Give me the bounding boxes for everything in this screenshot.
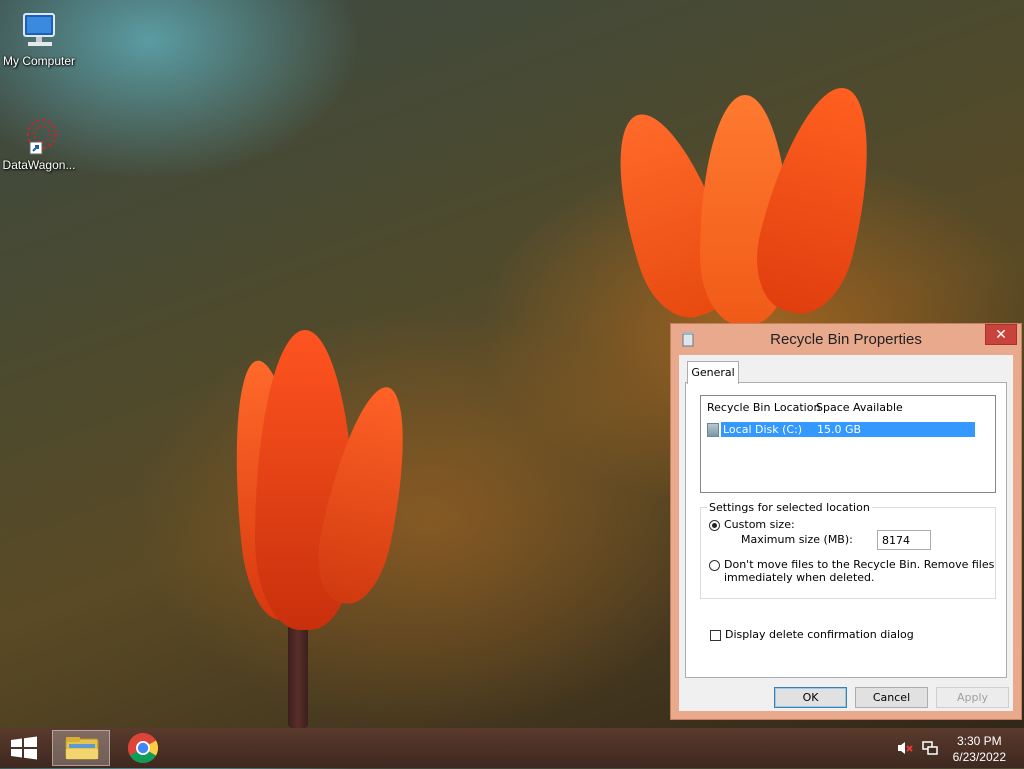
taskbar: 3:30 PM 6/23/2022 <box>0 728 1024 768</box>
no-move-label-line1[interactable]: Don't move files to the Recycle Bin. Rem… <box>724 558 994 571</box>
column-header-space[interactable]: Space Available <box>816 401 903 414</box>
location-list[interactable]: Recycle Bin Location Space Available Loc… <box>700 395 996 493</box>
custom-size-radio[interactable] <box>709 520 720 531</box>
clock-date: 6/23/2022 <box>952 750 1006 764</box>
settings-group-label: Settings for selected location <box>707 501 872 514</box>
windows-logo-icon <box>11 736 37 760</box>
apply-button[interactable]: Apply <box>936 687 1009 708</box>
taskbar-clock[interactable]: 3:30 PM 6/23/2022 <box>953 733 1006 765</box>
ok-button[interactable]: OK <box>774 687 847 708</box>
space-cell: 15.0 GB <box>817 423 862 436</box>
datawagon-shortcut-icon <box>18 114 60 156</box>
folder-icon <box>65 737 99 760</box>
clock-time: 3:30 PM <box>956 734 1002 748</box>
location-cell: Local Disk (C:) <box>723 423 803 436</box>
desktop-icon-label: My Computer <box>2 54 76 68</box>
recycle-bin-properties-dialog: Recycle Bin Properties ✕ General Recycle… <box>670 323 1022 720</box>
no-move-radio[interactable] <box>709 560 720 571</box>
dialog-client: General Recycle Bin Location Space Avail… <box>679 355 1013 711</box>
taskbar-chrome[interactable] <box>114 730 172 766</box>
desktop-icon-label: DataWagon... <box>2 158 76 172</box>
close-button[interactable]: ✕ <box>985 324 1017 345</box>
general-tab-panel: Recycle Bin Location Space Available Loc… <box>685 382 1007 678</box>
delete-confirmation-label[interactable]: Display delete confirmation dialog <box>725 628 914 641</box>
custom-size-label[interactable]: Custom size: <box>724 518 795 531</box>
computer-icon <box>18 10 60 52</box>
column-header-location[interactable]: Recycle Bin Location <box>707 401 820 414</box>
max-size-input[interactable] <box>877 530 931 550</box>
volume-muted-icon[interactable] <box>896 740 914 756</box>
tab-general[interactable]: General <box>687 361 739 384</box>
desktop-icon-datawagon[interactable]: DataWagon... <box>1 114 77 172</box>
list-item[interactable]: Local Disk (C:) 15.0 GB <box>721 422 975 437</box>
chrome-icon <box>127 733 159 764</box>
taskbar-file-explorer[interactable] <box>52 730 110 766</box>
close-icon: ✕ <box>995 327 1007 343</box>
start-button[interactable] <box>0 730 48 766</box>
desktop-icon-my-computer[interactable]: My Computer <box>1 10 77 68</box>
list-header: Recycle Bin Location Space Available <box>701 396 995 418</box>
dialog-titlebar[interactable]: Recycle Bin Properties ✕ <box>671 324 1021 354</box>
drive-icon <box>707 423 719 437</box>
settings-group: Settings for selected location Custom si… <box>700 501 996 599</box>
no-move-label-line2[interactable]: immediately when deleted. <box>724 571 875 584</box>
delete-confirmation-checkbox[interactable] <box>710 630 721 641</box>
cancel-button[interactable]: Cancel <box>855 687 928 708</box>
max-size-label: Maximum size (MB): <box>741 533 853 546</box>
dialog-title: Recycle Bin Properties <box>770 331 922 348</box>
network-icon[interactable] <box>921 740 939 756</box>
